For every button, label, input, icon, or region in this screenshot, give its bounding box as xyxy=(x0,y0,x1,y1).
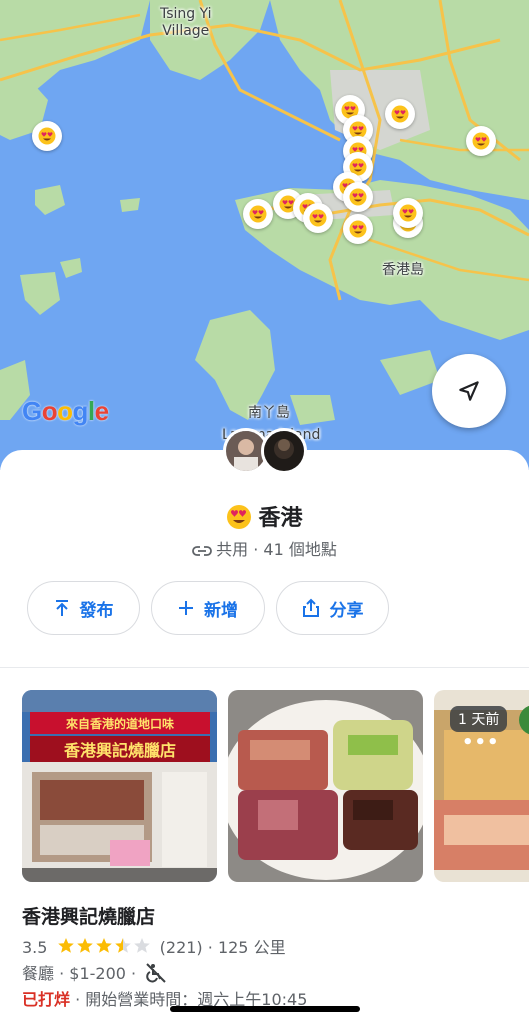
divider xyxy=(0,667,529,668)
map-label-lamma-cn: 南丫島 xyxy=(248,405,290,421)
my-location-button[interactable] xyxy=(432,354,506,428)
list-sheet: 香港 共用 · 41 個地點 發布 新增 分享 來自香港的道地口味 香港興記燒臘… xyxy=(0,428,529,1024)
saved-place-pin[interactable] xyxy=(466,126,496,156)
star-icon xyxy=(76,938,93,953)
saved-place-pin[interactable] xyxy=(393,198,423,228)
collaborator-avatars[interactable] xyxy=(223,428,309,474)
heart-eyes-emoji-icon xyxy=(227,505,252,529)
category-price: 餐廳 · $1-200 · xyxy=(22,964,137,983)
no-wheelchair-icon xyxy=(146,963,166,983)
star-icon xyxy=(133,938,150,953)
google-logo: Google xyxy=(22,396,109,427)
navigation-arrow-icon xyxy=(459,381,479,401)
rating-value: 3.5 xyxy=(22,938,48,957)
star-icon xyxy=(57,938,74,953)
saved-place-pin[interactable] xyxy=(385,99,415,129)
share-button[interactable]: 分享 xyxy=(276,581,389,635)
saved-place-pin[interactable] xyxy=(343,214,373,244)
list-meta: 共用 · 41 個地點 xyxy=(0,536,529,560)
place-name[interactable]: 香港興記燒臘店 xyxy=(22,902,155,929)
saved-place-pin[interactable] xyxy=(303,203,333,233)
google-logo-letter: G xyxy=(22,396,42,426)
store-sign-top: 來自香港的道地口味 xyxy=(66,716,174,731)
distance: · 125 公里 xyxy=(207,938,286,957)
link-icon xyxy=(192,546,213,556)
share-icon xyxy=(302,598,319,617)
category-row: 餐廳 · $1-200 · xyxy=(22,960,167,984)
google-logo-letter: g xyxy=(72,396,89,426)
list-meta-text: 共用 · 41 個地點 xyxy=(216,540,337,559)
publish-button[interactable]: 發布 xyxy=(27,581,140,635)
review-count: (221) xyxy=(159,938,203,957)
map-view[interactable]: Tsing Yi Village 香港島 南丫島 Lamma Island Go… xyxy=(0,0,529,470)
google-logo-letter: o xyxy=(57,396,73,426)
place-photo-storefront[interactable]: 來自香港的道地口味 香港興記燒臘店 xyxy=(22,690,217,882)
more-options-icon[interactable]: ••• xyxy=(462,732,500,753)
home-indicator[interactable] xyxy=(170,1006,360,1012)
plus-icon xyxy=(179,601,193,615)
map-label-tsing-yi: Tsing Yi Village xyxy=(160,6,212,39)
publish-label: 發布 xyxy=(79,600,114,621)
place-photo-food[interactable] xyxy=(228,690,423,882)
rating-row: 3.5 (221) · 125 公里 xyxy=(22,934,286,958)
photo-age-badge: 1 天前 xyxy=(450,706,508,732)
saved-place-pin[interactable] xyxy=(32,121,62,151)
list-title: 香港 xyxy=(0,500,529,532)
publish-icon xyxy=(55,600,68,616)
google-logo-letter: l xyxy=(87,396,95,426)
google-logo-letter: e xyxy=(94,396,109,426)
star-icon xyxy=(114,938,131,953)
open-status: 已打烊 xyxy=(22,990,71,1009)
add-button[interactable]: 新增 xyxy=(151,581,265,635)
map-label-hk-island: 香港島 xyxy=(382,262,424,278)
avatar xyxy=(261,428,307,474)
store-sign-main: 香港興記燒臘店 xyxy=(63,741,176,760)
saved-place-pin[interactable] xyxy=(243,199,273,229)
list-title-text: 香港 xyxy=(258,506,303,531)
add-label: 新增 xyxy=(204,600,238,621)
saved-place-pin[interactable] xyxy=(343,182,373,212)
google-logo-letter: o xyxy=(41,396,58,426)
star-icon xyxy=(95,938,112,953)
share-label: 分享 xyxy=(329,600,364,621)
star-rating xyxy=(57,938,150,953)
